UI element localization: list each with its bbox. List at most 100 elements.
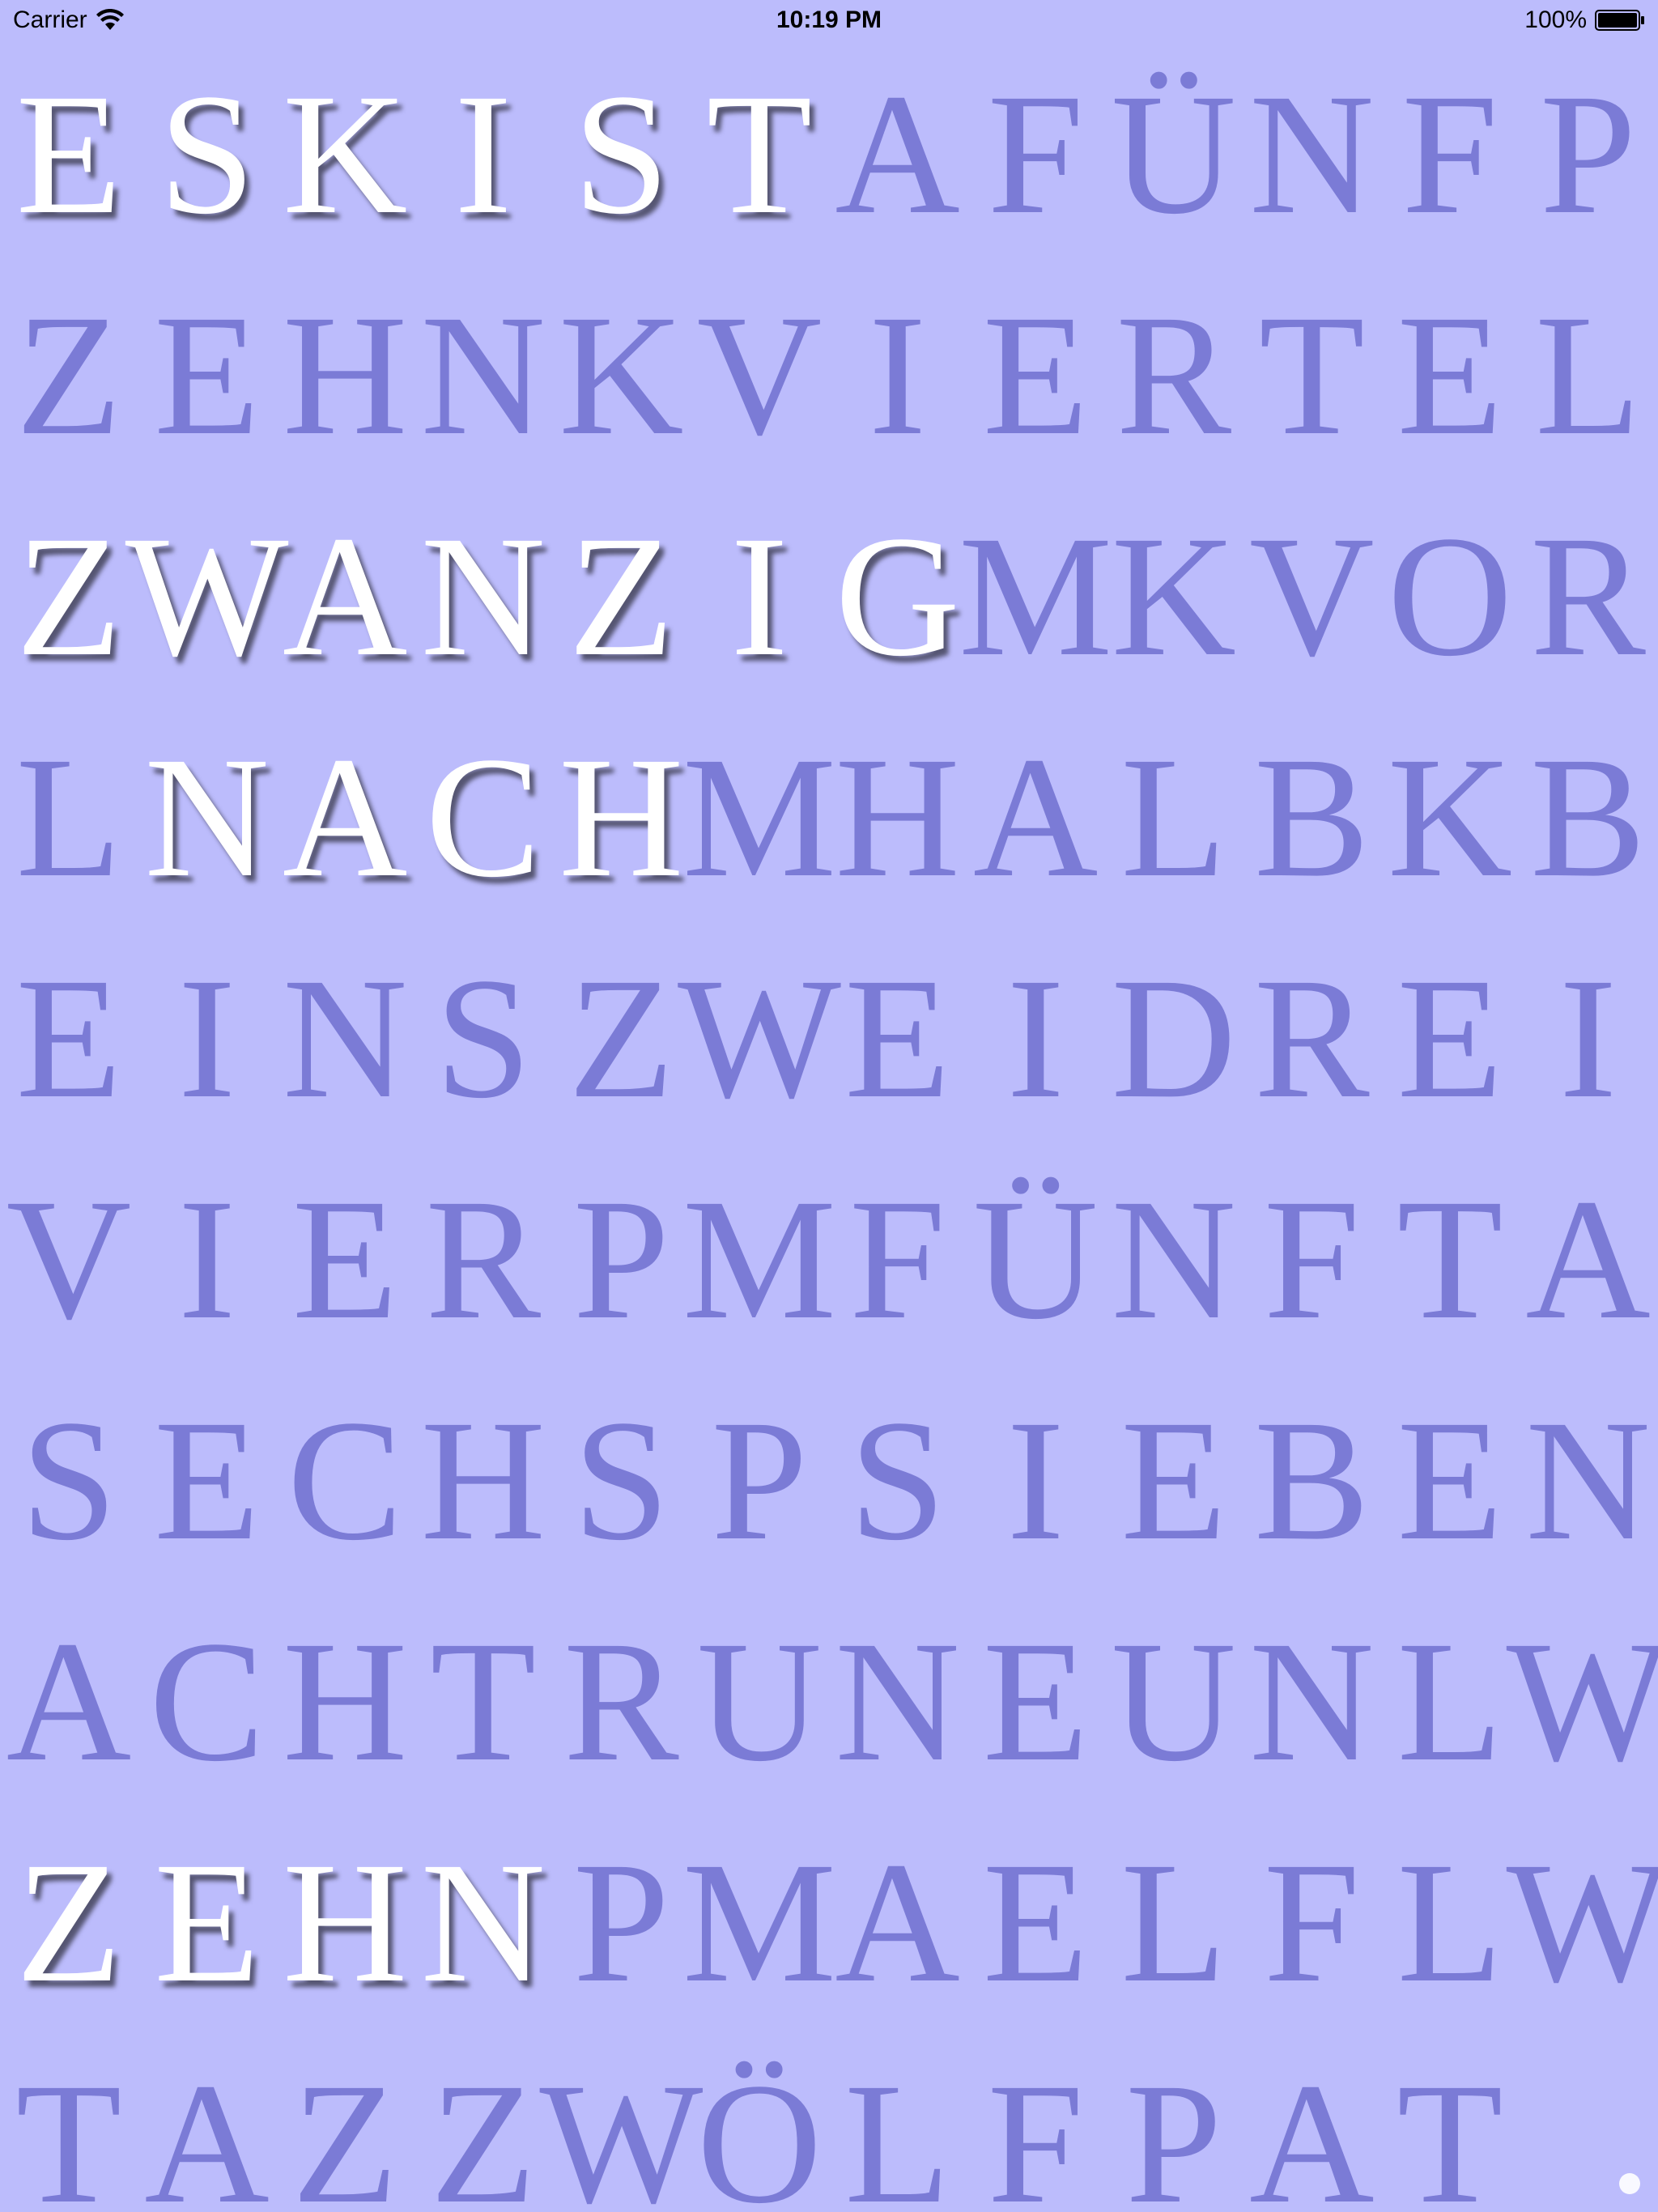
letter-cell: A	[144, 2047, 270, 2212]
letter-row: EINSZWEIDREI	[0, 928, 1658, 1149]
letter-cell: F	[1401, 57, 1499, 250]
letter-cell: T	[1397, 2047, 1503, 2212]
letter-cell: I	[177, 1163, 236, 1355]
letter-cell: P	[711, 1384, 808, 1576]
page-indicator-dot[interactable]	[1619, 2173, 1640, 2194]
letter-cell: E	[1397, 1384, 1503, 1576]
letter-cell: U	[696, 1605, 823, 1797]
letter-cell: M	[682, 721, 837, 913]
letter-row: ZWANZIGMKVOR	[0, 486, 1658, 707]
letter-cell-active: H	[282, 1826, 408, 2018]
battery-icon	[1595, 10, 1644, 31]
letter-cell: N	[282, 942, 408, 1134]
letter-cell-active: H	[559, 721, 684, 913]
letter-cell: K	[1387, 721, 1513, 913]
battery-group: 100%	[1524, 6, 1645, 34]
letter-cell: A	[1249, 2047, 1375, 2212]
status-bar: Carrier 10:19 PM 100%	[0, 0, 1658, 44]
letter-cell: I	[177, 942, 236, 1134]
letter-cell: O	[1387, 500, 1513, 692]
letter-cell: W	[1506, 1605, 1658, 1797]
letter-cell: A	[835, 1826, 960, 2018]
letter-cell-active: C	[425, 721, 542, 913]
letter-row: LNACHMHALBKB	[0, 707, 1658, 928]
letter-row: ACHTRUNEUNLW	[0, 1591, 1658, 1812]
letter-cell: F	[849, 1163, 946, 1355]
letter-cell: E	[154, 1384, 260, 1576]
letter-cell: R	[1530, 500, 1646, 692]
letter-cell: Ü	[1111, 57, 1237, 250]
letter-cell: Ö	[696, 2047, 823, 2212]
letter-cell: D	[1111, 942, 1237, 1134]
letter-cell: P	[1540, 57, 1637, 250]
letter-cell-active: A	[282, 500, 408, 692]
letter-cell-active: K	[282, 57, 408, 250]
letter-row: TAZZWÖLFPAT	[0, 2033, 1658, 2212]
letter-cell: N	[1111, 1163, 1237, 1355]
letter-cell: T	[430, 1605, 537, 1797]
letter-cell-active: N	[420, 500, 546, 692]
letter-cell: I	[1006, 942, 1065, 1134]
letter-cell: I	[868, 279, 927, 471]
letter-cell: N	[835, 1605, 960, 1797]
letter-cell: T	[1397, 1163, 1503, 1355]
letter-cell: Z	[15, 279, 122, 471]
letter-cell: V	[6, 1163, 132, 1355]
letter-cell: F	[987, 2047, 1084, 2212]
letter-cell: E	[982, 1826, 1089, 2018]
letter-cell: S	[849, 1384, 946, 1576]
letter-cell: B	[1254, 1384, 1370, 1576]
letter-cell: B	[1254, 721, 1370, 913]
letter-cell: B	[1530, 721, 1646, 913]
letter-cell: F	[1263, 1163, 1360, 1355]
letter-cell-active: T	[706, 57, 813, 250]
letter-cell: Ü	[972, 1163, 1099, 1355]
letter-cell: I	[1558, 942, 1618, 1134]
letter-cell-active: G	[835, 500, 960, 692]
letter-cell: L	[1397, 1826, 1503, 2018]
letter-cell: L	[15, 721, 122, 913]
letter-row: ZEHNPMAELFLW	[0, 1812, 1658, 2033]
letter-cell: W	[678, 942, 841, 1134]
letter-cell-active: A	[282, 721, 408, 913]
battery-percent: 100%	[1524, 6, 1587, 33]
letter-cell: R	[425, 1163, 542, 1355]
letter-cell: F	[1263, 1826, 1360, 2018]
letter-cell-active: Z	[15, 1826, 122, 2018]
letter-row: SECHSPSIEBEN	[0, 1370, 1658, 1591]
letter-cell: A	[972, 721, 1099, 913]
letter-cell-active: E	[15, 57, 122, 250]
letter-cell: N	[1525, 1384, 1651, 1576]
letter-cell: E	[1397, 279, 1503, 471]
letter-cell: N	[420, 279, 546, 471]
letter-cell: S	[435, 942, 532, 1134]
letter-cell: Z	[568, 942, 674, 1134]
letter-cell: T	[1259, 279, 1365, 471]
letter-cell: P	[572, 1826, 670, 2018]
letter-cell-active: E	[154, 1826, 260, 2018]
letter-cell: L	[1397, 1605, 1503, 1797]
letter-cell: R	[1254, 942, 1370, 1134]
letter-cell: W	[539, 2047, 704, 2212]
letter-row: ZEHNKVIERTEL	[0, 265, 1658, 486]
letter-row: ESKISTAFÜNFP	[0, 44, 1658, 265]
letter-cell: A	[835, 57, 960, 250]
letter-cell: S	[572, 1384, 670, 1576]
letter-cell: E	[982, 1605, 1089, 1797]
letter-cell-active: I	[454, 57, 512, 250]
letter-cell: L	[844, 2047, 950, 2212]
letter-cell: H	[282, 1605, 408, 1797]
letter-cell: I	[1006, 1384, 1065, 1576]
letter-cell: C	[149, 1605, 265, 1797]
letter-cell: P	[572, 1163, 670, 1355]
letter-cell: R	[1116, 279, 1232, 471]
letter-cell: V	[696, 279, 823, 471]
letter-cell: M	[959, 500, 1113, 692]
letter-cell: A	[6, 1605, 132, 1797]
letter-cell: E	[982, 279, 1089, 471]
letter-cell: K	[559, 279, 684, 471]
letter-cell: W	[1506, 1826, 1658, 2018]
letter-row: VIERPMFÜNFTA	[0, 1149, 1658, 1370]
letter-cell: N	[1249, 1605, 1375, 1797]
letter-cell: K	[1111, 500, 1237, 692]
